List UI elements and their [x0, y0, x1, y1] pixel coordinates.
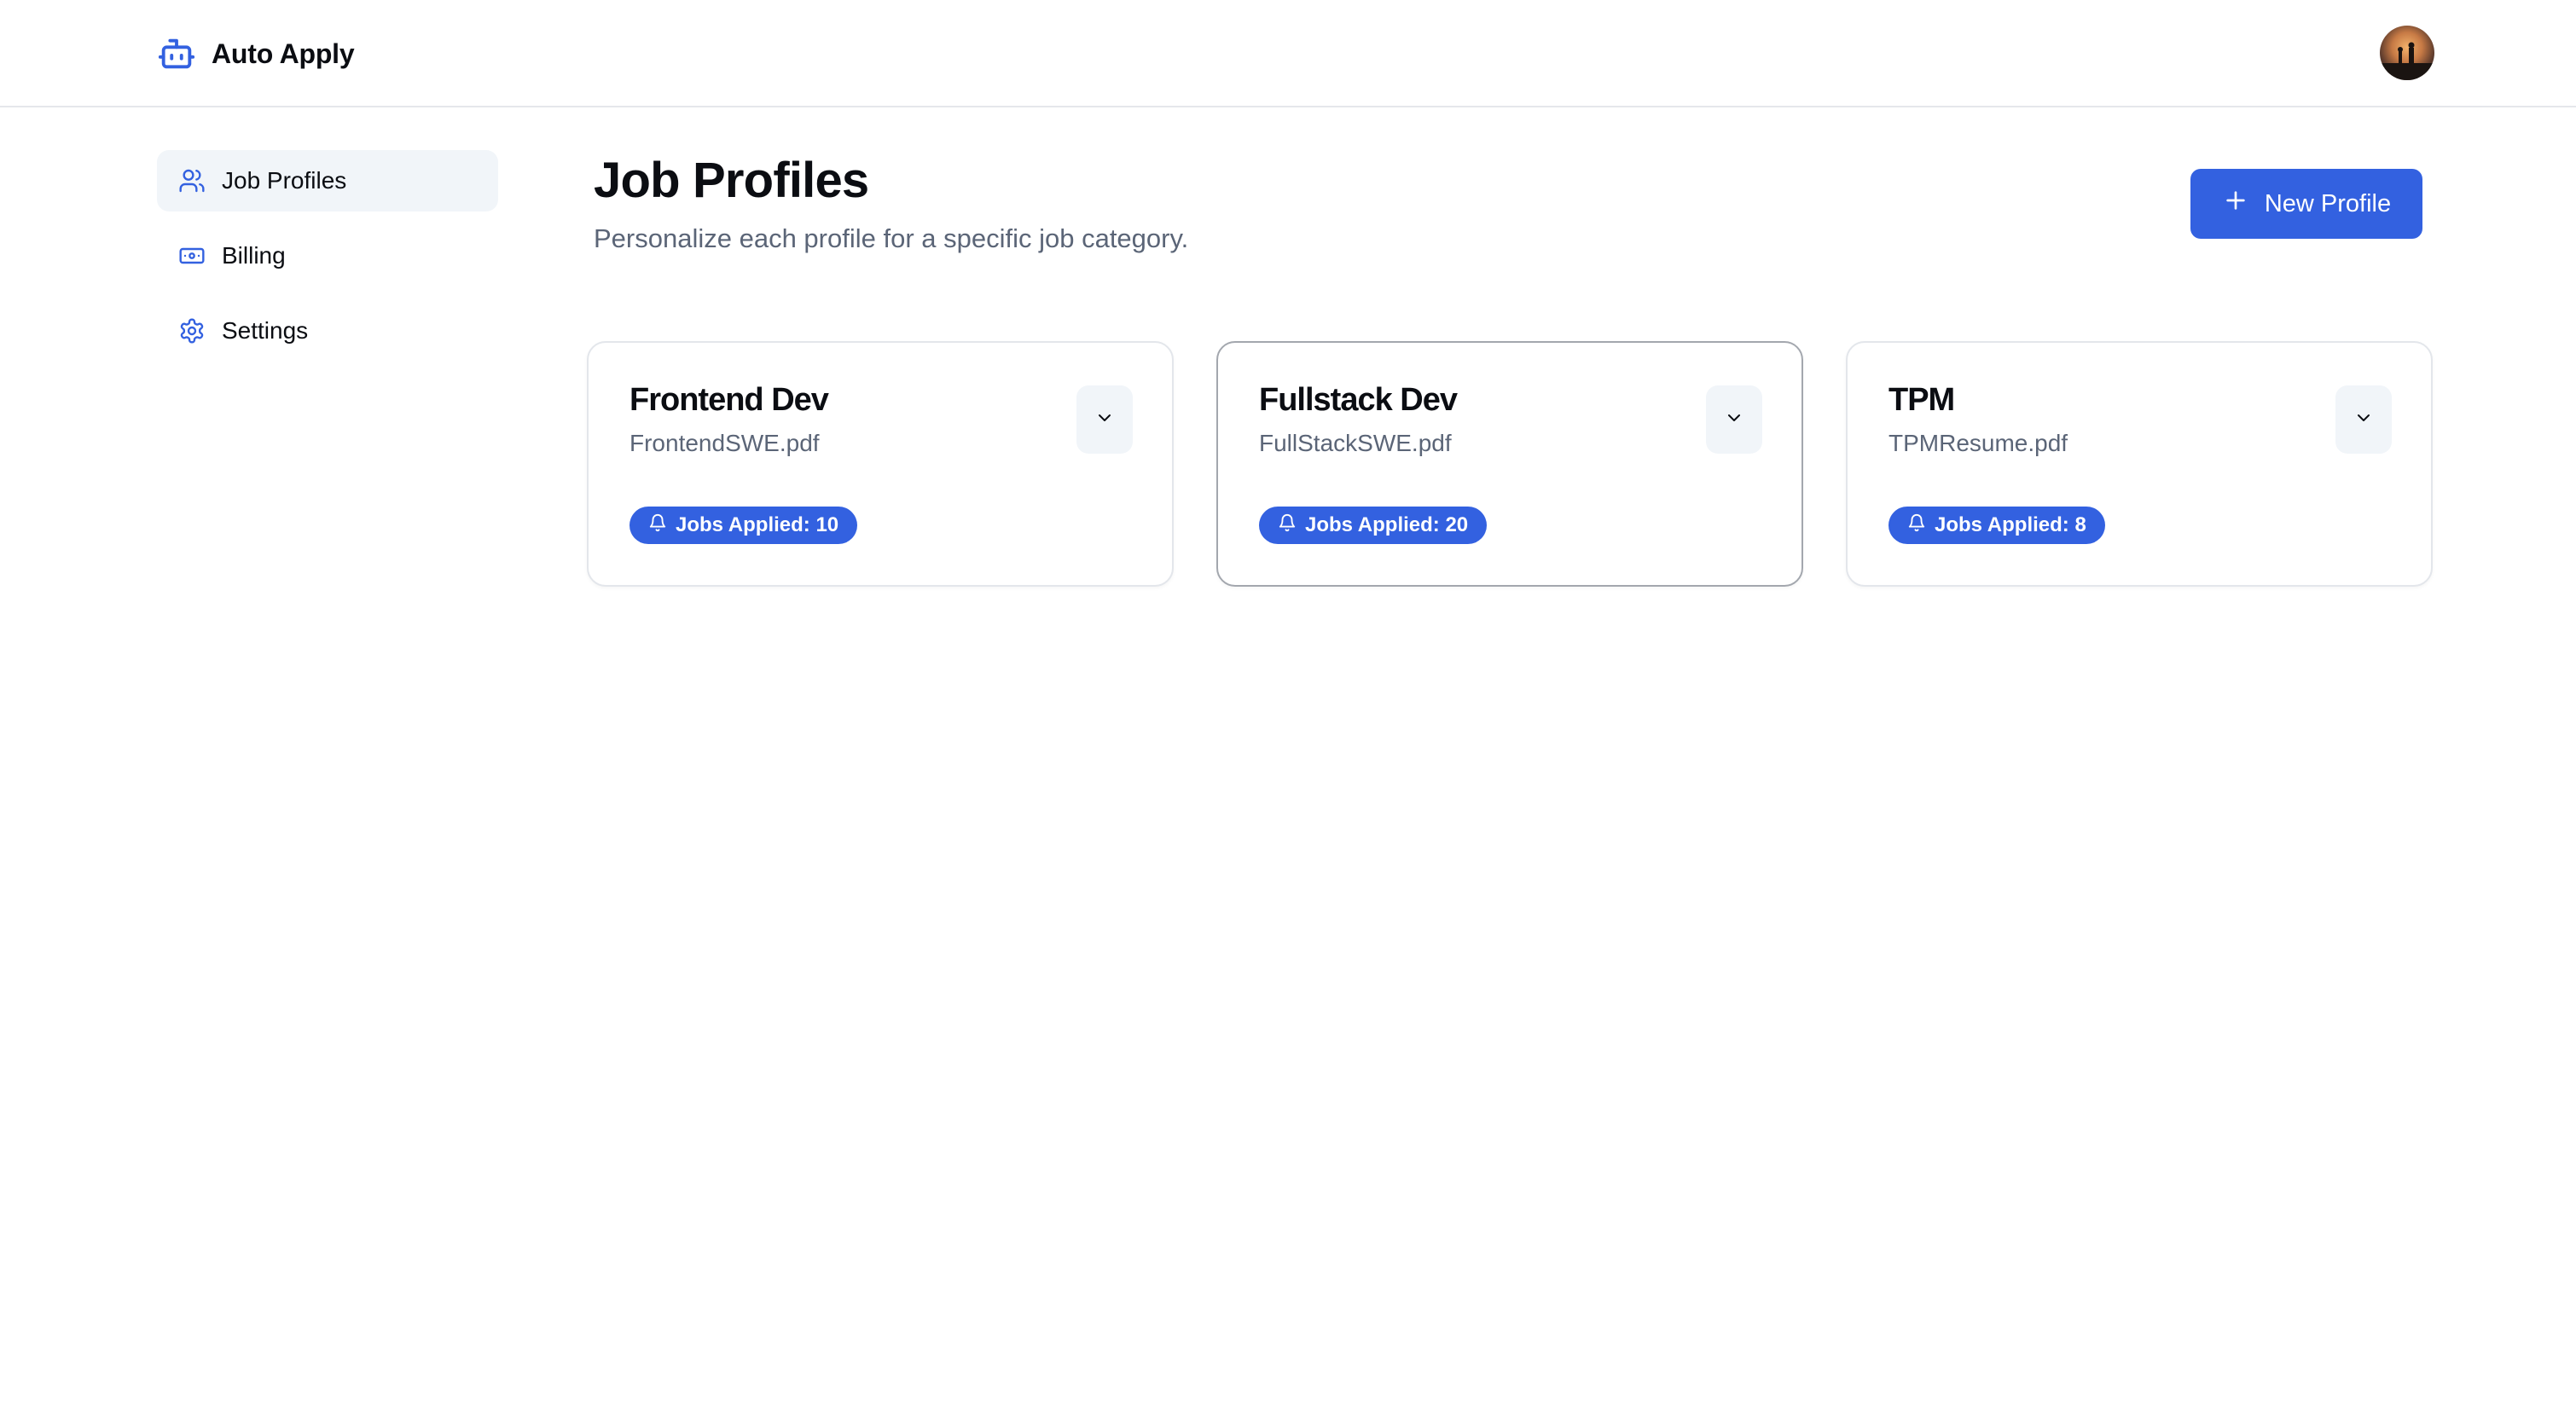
- sidebar: Job Profiles Billing Settings: [157, 150, 498, 375]
- sidebar-item-job-profiles[interactable]: Job Profiles: [157, 150, 498, 211]
- profile-title: TPM: [1888, 382, 1955, 418]
- bell-icon: [648, 513, 667, 538]
- resume-filename: TPMResume.pdf: [1888, 430, 2068, 456]
- chevron-down-icon: [1094, 408, 1115, 432]
- expand-button[interactable]: [1706, 385, 1762, 454]
- profile-card-fullstack-dev[interactable]: Fullstack Dev FullStackSWE.pdf Jobs Appl…: [1216, 341, 1803, 587]
- profile-card-tpm[interactable]: TPM TPMResume.pdf Jobs Applied: 8: [1846, 341, 2433, 587]
- resume-filename: FullStackSWE.pdf: [1259, 430, 1452, 456]
- expand-button[interactable]: [1076, 385, 1133, 454]
- badge-label: Jobs Applied: 10: [676, 513, 839, 536]
- sidebar-item-billing[interactable]: Billing: [157, 225, 498, 287]
- robot-icon: [157, 34, 196, 73]
- top-bar: Auto Apply: [0, 0, 2576, 107]
- chevron-down-icon: [2353, 408, 2374, 432]
- new-profile-button[interactable]: New Profile: [2190, 169, 2422, 239]
- expand-button[interactable]: [2335, 385, 2392, 454]
- new-profile-label: New Profile: [2264, 189, 2392, 217]
- profile-card-frontend-dev[interactable]: Frontend Dev FrontendSWE.pdf Jobs Applie…: [587, 341, 1174, 587]
- profile-title: Frontend Dev: [629, 382, 829, 418]
- page-title: Job Profiles: [594, 153, 869, 208]
- sidebar-item-settings[interactable]: Settings: [157, 300, 498, 362]
- bell-icon: [1278, 513, 1297, 538]
- badge-label: Jobs Applied: 20: [1305, 513, 1469, 536]
- profile-title: Fullstack Dev: [1259, 382, 1458, 418]
- chevron-down-icon: [1724, 408, 1744, 432]
- jobs-applied-badge: Jobs Applied: 10: [629, 507, 858, 544]
- users-icon: [177, 166, 206, 195]
- plus-icon: [2222, 187, 2249, 221]
- jobs-applied-badge: Jobs Applied: 8: [1888, 507, 2105, 544]
- profile-cards: Frontend Dev FrontendSWE.pdf Jobs Applie…: [587, 341, 2433, 587]
- banknote-icon: [177, 241, 206, 270]
- sidebar-item-label: Settings: [222, 317, 309, 344]
- app-name: Auto Apply: [212, 38, 355, 69]
- sidebar-item-label: Billing: [222, 242, 286, 269]
- bell-icon: [1907, 513, 1926, 538]
- sidebar-item-label: Job Profiles: [222, 167, 347, 194]
- jobs-applied-badge: Jobs Applied: 20: [1259, 507, 1488, 544]
- brand[interactable]: Auto Apply: [157, 32, 355, 75]
- user-avatar[interactable]: [2380, 26, 2434, 80]
- page-subtitle: Personalize each profile for a specific …: [594, 223, 1189, 253]
- badge-label: Jobs Applied: 8: [1935, 513, 2086, 536]
- gear-icon: [177, 316, 206, 345]
- resume-filename: FrontendSWE.pdf: [629, 430, 820, 456]
